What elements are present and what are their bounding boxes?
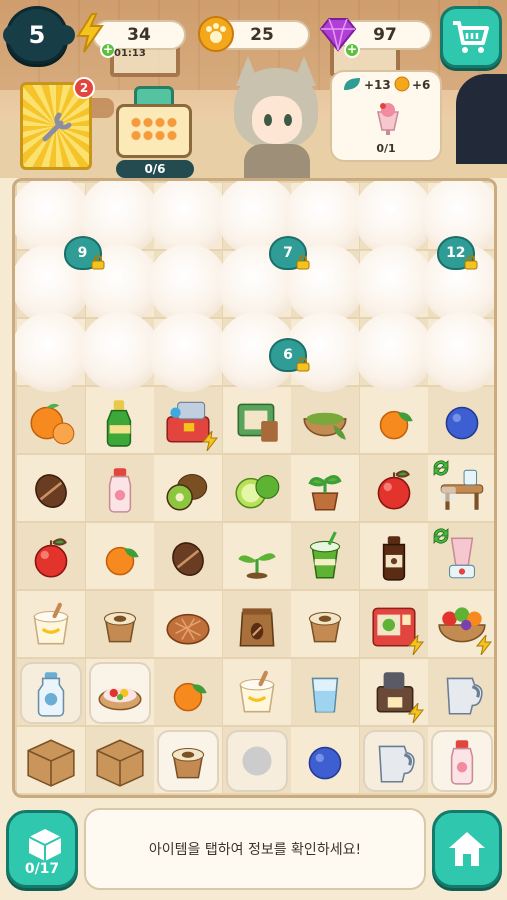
recharge-icon [430, 525, 452, 547]
kiwi-icon[interactable] [154, 455, 223, 523]
energy-bolt-icon [475, 633, 493, 656]
order-coin-reward: +6 [412, 78, 431, 92]
merge-board[interactable]: 9 7 12 6 [12, 178, 497, 798]
recharge-icon [430, 457, 452, 479]
gem-value: 97 [373, 25, 397, 45]
coffee-cup-icon[interactable] [291, 591, 360, 659]
padlock-icon [91, 255, 104, 270]
ticket-count-badge: 2 [73, 77, 95, 99]
locked-zone-badge[interactable]: 7 [269, 236, 313, 274]
order-progress: 0/1 [376, 142, 396, 155]
orange-icon[interactable] [154, 659, 223, 727]
toy-chest-icon[interactable] [223, 727, 292, 795]
green-soda-bottle-icon[interactable] [86, 387, 155, 455]
cat-customer[interactable] [226, 56, 326, 184]
item-info-panel: 아이템을 탭하여 정보를 확인하세요! [84, 808, 426, 890]
locked-zone-badge[interactable]: 6 [269, 338, 313, 376]
padlock-icon [464, 255, 478, 270]
matcha-bowl-icon[interactable] [291, 387, 360, 455]
home-button[interactable] [432, 810, 502, 888]
xp-leaf-icon [344, 78, 360, 90]
locked-zone-badge[interactable]: 12 [436, 236, 481, 274]
level-number: 5 [28, 21, 46, 49]
energy-timer: 01:13 [114, 48, 146, 59]
coffee-syrup-icon[interactable] [360, 523, 429, 591]
padlock-icon [296, 255, 310, 270]
paw-coin-icon [196, 14, 236, 54]
milk-pitcher-icon[interactable] [428, 659, 494, 727]
wrench-icon [42, 112, 72, 142]
info-hint-text: 아이템을 탭하여 정보를 확인하세요! [148, 842, 362, 858]
milk-bottle-icon[interactable] [17, 659, 86, 727]
orange-pile-icon[interactable] [17, 387, 86, 455]
add-gems-button[interactable]: + [344, 42, 360, 58]
orange-icon[interactable] [360, 387, 429, 455]
blueberry-icon[interactable] [428, 387, 494, 455]
waffle-plate-icon[interactable] [154, 591, 223, 659]
cardboard-box-icon[interactable] [17, 727, 86, 795]
black-cat-customer[interactable] [456, 74, 507, 164]
shopping-cart-icon [453, 21, 489, 53]
locked-zone-badge[interactable]: 9 [63, 236, 108, 274]
inventory-count: 0/17 [24, 861, 60, 877]
yogurt-drink-icon[interactable] [428, 727, 494, 795]
fog-cloud[interactable] [422, 312, 494, 392]
coffee-bean-icon[interactable] [17, 455, 86, 523]
apple-icon[interactable] [360, 455, 429, 523]
inventory-button[interactable]: 0/17 [6, 810, 78, 888]
order-xp-reward: +13 [364, 78, 391, 92]
cash-register[interactable] [112, 86, 196, 160]
coin-icon [394, 76, 410, 92]
daily-ticket-button[interactable]: 2 [20, 77, 95, 170]
coffee-bag-icon[interactable] [223, 591, 292, 659]
padlock-icon [296, 357, 310, 372]
energy-value: 34 [127, 25, 151, 45]
coin-value: 25 [250, 25, 274, 45]
apple-icon[interactable] [17, 523, 86, 591]
blueberry-icon[interactable] [291, 727, 360, 795]
water-glass-icon[interactable] [291, 659, 360, 727]
energy-bolt-icon [407, 633, 424, 656]
green-smoothie-icon[interactable] [291, 523, 360, 591]
energy-bolt-icon [201, 429, 219, 452]
cardboard-box-icon[interactable] [86, 727, 155, 795]
yogurt-cup-icon[interactable] [223, 659, 292, 727]
shop-button[interactable] [440, 6, 502, 68]
order-card[interactable]: +13 +6 0/1 [330, 70, 442, 162]
milk-pitcher-icon[interactable] [360, 727, 429, 795]
house-icon [449, 832, 485, 866]
tea-box-icon[interactable] [223, 387, 292, 455]
level-badge[interactable]: 5 [3, 6, 75, 64]
fruit-tart-icon[interactable] [86, 659, 155, 727]
coffee-bean-icon[interactable] [154, 523, 223, 591]
orange-icon[interactable] [86, 523, 155, 591]
coffee-cup-icon[interactable] [154, 727, 223, 795]
parfait-icon [377, 103, 399, 135]
yogurt-drink-icon[interactable] [86, 455, 155, 523]
register-count: 0/6 [116, 160, 194, 178]
yogurt-cup-icon[interactable] [17, 591, 86, 659]
lime-icon[interactable] [223, 455, 292, 523]
sprout-icon[interactable] [223, 523, 292, 591]
energy-bolt-icon [407, 701, 424, 724]
box-icon [28, 829, 62, 861]
potted-sprout-icon[interactable] [291, 455, 360, 523]
coffee-cup-icon[interactable] [86, 591, 155, 659]
